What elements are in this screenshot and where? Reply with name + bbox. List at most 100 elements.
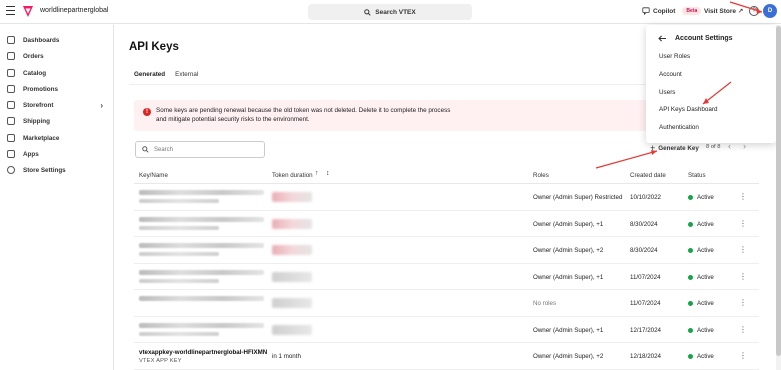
status-dot-icon [688, 274, 693, 280]
sidebar-item-shipping[interactable]: Shipping [0, 113, 113, 129]
more-options-icon[interactable]: ⋮ [739, 298, 747, 307]
redacted-duration [272, 271, 312, 282]
column-roles[interactable]: Roles [533, 172, 549, 179]
more-options-icon[interactable]: ⋮ [739, 272, 747, 281]
menu-item-account[interactable]: Account [659, 71, 682, 78]
account-name[interactable]: worldlinepartnerglobal [40, 7, 109, 14]
menu-item-user-roles[interactable]: User Roles [659, 53, 690, 60]
sidebar-item-label: Store Settings [23, 166, 66, 174]
sort-asc-icon[interactable]: ↑ [315, 170, 319, 177]
dashboard-icon [7, 36, 15, 44]
table-row[interactable]: Owner (Admin Super), +1 11/07/2024 Activ… [134, 264, 759, 290]
cart-icon [7, 52, 15, 60]
sidebar-item-dashboards[interactable]: Dashboards [0, 32, 113, 48]
vtex-logo-icon[interactable] [22, 5, 34, 18]
help-icon[interactable]: ? [749, 6, 759, 16]
error-icon: ! [143, 108, 151, 116]
alert-text: Some keys are pending renewal because th… [156, 107, 451, 123]
menu-item-api-keys-dashboard[interactable]: API Keys Dashboard [659, 106, 717, 113]
status-dot-icon [688, 195, 693, 200]
menu-header[interactable]: Account Settings [658, 35, 733, 42]
status-badge: Active [688, 327, 714, 334]
sidebar: Dashboards Orders Catalog Promotions Sto… [0, 25, 114, 370]
sidebar-item-marketplace[interactable]: Marketplace [0, 130, 113, 146]
key-type: VTEX APP KEY [139, 358, 182, 364]
table-row[interactable]: Owner (Admin Super), +2 8/30/2024 Active… [134, 237, 759, 264]
column-token-duration[interactable]: Token duration [272, 172, 313, 179]
redacted-duration [272, 218, 312, 229]
status-badge: Active [688, 300, 714, 307]
search-icon [364, 8, 371, 16]
global-search-label: Search VTEX [375, 8, 416, 16]
row-date: 12/17/2024 [630, 326, 661, 334]
row-roles: No roles [533, 300, 557, 307]
more-options-icon[interactable]: ⋮ [739, 351, 747, 360]
menu-item-authentication[interactable]: Authentication [659, 124, 699, 131]
more-options-icon[interactable]: ⋮ [739, 325, 747, 334]
redacted-key [139, 269, 264, 283]
row-roles: Owner (Admin Super), +1 [533, 326, 604, 334]
table-row[interactable]: No roles 11/07/2024 Active ⋮ [134, 290, 759, 317]
column-key-name[interactable]: Key/Name [139, 172, 168, 179]
sidebar-item-catalog[interactable]: Catalog [0, 65, 113, 81]
page-title: API Keys [129, 41, 179, 53]
scrollbar-thumb[interactable] [776, 26, 781, 356]
status-dot-icon [688, 248, 693, 253]
tabs: Generated External [129, 71, 203, 85]
table-row[interactable]: Owner (Admin Super), +1 12/17/2024 Activ… [134, 317, 759, 343]
redacted-duration [272, 192, 312, 202]
arrow-left-icon[interactable] [658, 35, 667, 42]
redacted-key [139, 243, 264, 256]
visit-store-link[interactable]: Visit Store ↗ [704, 7, 743, 15]
redacted-key [139, 322, 264, 336]
generate-key-button[interactable]: + Generate Key [650, 143, 699, 153]
tab-generated[interactable]: Generated [129, 71, 171, 85]
status-dot-icon [688, 221, 693, 227]
more-options-icon[interactable]: ⋮ [739, 192, 747, 201]
menu-icon[interactable] [6, 6, 15, 17]
sidebar-item-storefront[interactable]: Storefront › [0, 97, 113, 113]
search-input[interactable]: Search [135, 141, 265, 158]
table-row[interactable]: Owner (Admin Super) Restricted 10/10/202… [134, 184, 759, 211]
sidebar-item-apps[interactable]: Apps [0, 146, 113, 162]
key-cell: vtexappkey-worldlinepartnerglobal-HFIXMN… [139, 349, 267, 364]
row-roles: Owner (Admin Super), +2 [533, 353, 604, 360]
menu-item-users[interactable]: Users [659, 89, 675, 96]
redacted-key [139, 296, 264, 301]
status-dot-icon [688, 354, 693, 359]
top-bar: worldlinepartnerglobal Search VTEX Copil… [0, 0, 781, 24]
global-search-button[interactable]: Search VTEX [308, 4, 472, 20]
storefront-icon [7, 101, 15, 109]
column-created-date[interactable]: Created date [630, 172, 666, 179]
table-row[interactable]: vtexappkey-worldlinepartnerglobal-HFIXMN… [134, 343, 759, 370]
sidebar-item-label: Promotions [23, 85, 58, 93]
avatar[interactable]: D [763, 4, 777, 18]
row-date: 11/07/2024 [630, 273, 661, 281]
column-status[interactable]: Status [688, 172, 706, 179]
row-status: Active [697, 194, 714, 201]
redacted-key [139, 190, 264, 203]
megaphone-icon [7, 85, 15, 93]
account-settings-menu: Account Settings User Roles Account User… [646, 25, 776, 143]
copilot-button[interactable]: Copilot Beta [642, 7, 702, 15]
status-dot-icon [688, 301, 693, 306]
more-options-icon[interactable]: ⋮ [739, 219, 747, 228]
sidebar-item-promotions[interactable]: Promotions [0, 81, 113, 97]
share-icon [7, 134, 15, 142]
row-roles: Owner (Admin Super), +1 [533, 220, 604, 228]
row-date: 11/07/2024 [630, 300, 661, 307]
beta-badge: Beta [682, 7, 702, 15]
plus-icon: + [650, 143, 656, 153]
sort-icon[interactable]: ↕ [326, 170, 330, 177]
row-roles: Owner (Admin Super) Restricted [533, 194, 623, 201]
redacted-key [139, 216, 264, 230]
sidebar-item-orders[interactable]: Orders [0, 48, 113, 64]
sidebar-item-store-settings[interactable]: Store Settings [0, 162, 113, 178]
copilot-label: Copilot [653, 7, 676, 15]
redacted-duration [272, 324, 312, 335]
tab-external[interactable]: External [170, 71, 203, 85]
row-date: 8/30/2024 [630, 247, 658, 254]
table-row[interactable]: Owner (Admin Super), +1 8/30/2024 Active… [134, 211, 759, 237]
row-date: 10/10/2022 [630, 194, 661, 201]
more-options-icon[interactable]: ⋮ [739, 245, 747, 254]
